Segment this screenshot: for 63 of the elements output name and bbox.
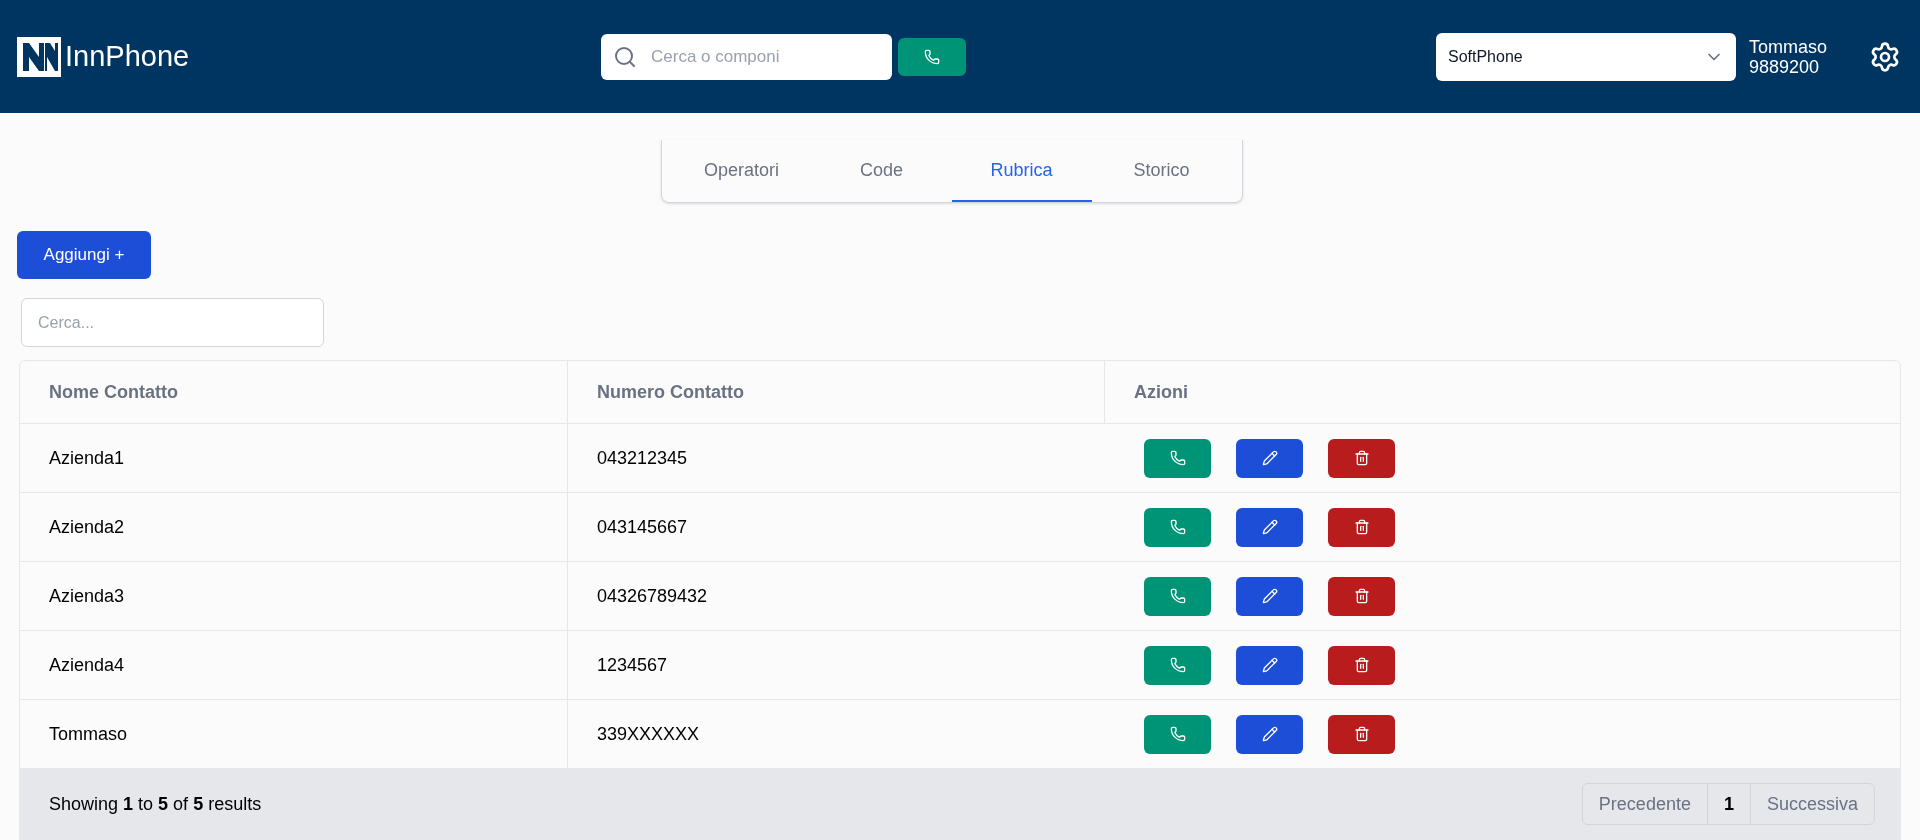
app-logo-text: InnPhone <box>65 42 190 71</box>
tab[interactable]: Code <box>811 140 952 202</box>
edit-button[interactable] <box>1236 507 1303 547</box>
edit-button[interactable] <box>1236 714 1303 754</box>
search-icon <box>613 44 637 69</box>
trash-icon <box>1353 657 1370 673</box>
phone-icon <box>1169 519 1186 535</box>
table-cell-text: 339XXXXXX <box>596 722 701 746</box>
table-cell: Azienda1 <box>20 424 568 492</box>
delete-button[interactable] <box>1328 576 1395 616</box>
phone-icon <box>1169 726 1186 742</box>
table-cell: Tommaso <box>20 700 568 768</box>
tab[interactable]: Storico <box>1091 140 1232 202</box>
add-button[interactable]: Aggiungi + <box>17 231 151 279</box>
phone-icon <box>1169 450 1186 466</box>
results-summary: Showing 1 to 5 of 5 results <box>49 792 262 816</box>
pencil-icon <box>1261 657 1278 673</box>
table-cell-text: 043212345 <box>596 446 689 470</box>
table-cell: Azienda2 <box>20 493 568 561</box>
table-cell-text: 043145667 <box>596 515 689 539</box>
phone-icon <box>1169 588 1186 604</box>
trash-icon <box>1353 588 1370 604</box>
search-field[interactable]: Cerca o componi <box>601 33 892 80</box>
previous-button[interactable]: Precedente <box>1582 784 1707 824</box>
page-button[interactable]: 1 <box>1706 784 1751 824</box>
pencil-icon <box>1261 588 1278 604</box>
phone-icon <box>1169 657 1186 673</box>
pencil-icon <box>1261 726 1278 742</box>
search-field[interactable]: Cerca... <box>21 298 324 347</box>
column-header: Azioni <box>1133 380 1189 404</box>
logo-icon <box>17 36 61 77</box>
tab[interactable]: Rubrica <box>951 140 1092 202</box>
delete-button[interactable] <box>1328 507 1395 547</box>
call-button[interactable] <box>1144 714 1211 754</box>
edit-button[interactable] <box>1236 576 1303 616</box>
edit-button[interactable] <box>1236 438 1303 478</box>
column-header: Nome Contatto <box>20 361 568 423</box>
pencil-icon <box>1261 450 1278 466</box>
delete-button[interactable] <box>1328 714 1395 754</box>
trash-icon <box>1353 450 1370 466</box>
table-cell: Azienda3 <box>20 562 568 630</box>
device-select[interactable]: SoftPhone <box>1435 32 1736 81</box>
call-button[interactable] <box>1144 507 1211 547</box>
pencil-icon <box>1261 519 1278 535</box>
delete-button[interactable] <box>1328 438 1395 478</box>
trash-icon <box>1353 519 1370 535</box>
call-button[interactable] <box>1144 576 1211 616</box>
user-name: Tommaso <box>1748 36 1827 57</box>
table-cell-text: 1234567 <box>596 653 669 677</box>
edit-button[interactable] <box>1236 645 1303 685</box>
call-button[interactable] <box>1144 645 1211 685</box>
table-cell: Azienda4 <box>20 631 568 699</box>
call-button[interactable] <box>1144 438 1211 478</box>
table-cell-text: 04326789432 <box>596 584 709 608</box>
column-header: Numero Contatto <box>568 361 1105 423</box>
next-button[interactable]: Successiva <box>1750 784 1874 824</box>
call-button[interactable] <box>898 37 966 76</box>
user-extension: 9889200 <box>1748 56 1821 77</box>
trash-icon <box>1353 726 1370 742</box>
phone-icon <box>924 48 940 65</box>
tab[interactable]: Operatori <box>671 140 812 202</box>
settings-icon[interactable] <box>1869 40 1901 73</box>
delete-button[interactable] <box>1328 645 1395 685</box>
